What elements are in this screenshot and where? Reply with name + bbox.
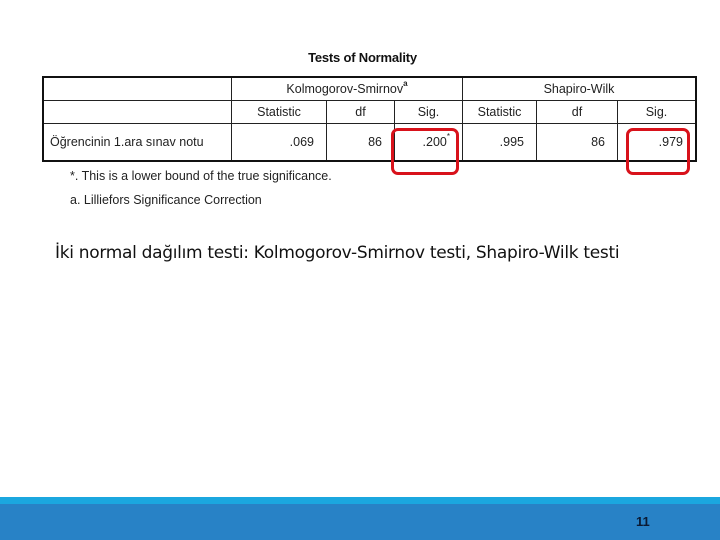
- cell-sw-statistic: .995: [462, 123, 537, 162]
- column-header-row: Statistic df Sig. Statistic df Sig.: [42, 100, 697, 124]
- empty-corner-cell: [42, 76, 232, 101]
- normality-table: Kolmogorov-Smirnova Shapiro-Wilk Statist…: [42, 76, 697, 162]
- table-title: Tests of Normality: [308, 50, 417, 65]
- slide-caption: İki normal dağılım testi: Kolmogorov-Smi…: [55, 243, 620, 263]
- cell-ks-df: 86: [326, 123, 395, 162]
- highlight-box-ks-sig: [391, 128, 459, 175]
- cell-sw-df: 86: [536, 123, 618, 162]
- footer-bar: [0, 504, 720, 540]
- col-header-ks-sig: Sig.: [394, 100, 463, 124]
- empty-corner-cell: [42, 100, 232, 124]
- col-header-sw-sig: Sig.: [617, 100, 697, 124]
- highlight-box-sw-sig: [626, 128, 690, 175]
- footer-accent-bar: [0, 497, 720, 504]
- row-label: Öğrencinin 1.ara sınav notu: [42, 123, 232, 162]
- col-header-ks-statistic: Statistic: [231, 100, 327, 124]
- table-row: Öğrencinin 1.ara sınav notu .069 86 .200…: [42, 123, 697, 162]
- footnote-star: *. This is a lower bound of the true sig…: [70, 169, 332, 183]
- footnote-marker-a: a: [403, 79, 408, 88]
- group-header-row: Kolmogorov-Smirnova Shapiro-Wilk: [42, 76, 697, 101]
- footnote-a: a. Lilliefors Significance Correction: [70, 193, 262, 207]
- page-number: 11: [636, 514, 650, 529]
- group-name: Kolmogorov-Smirnov: [286, 82, 404, 96]
- col-header-sw-df: df: [536, 100, 618, 124]
- col-header-sw-statistic: Statistic: [462, 100, 537, 124]
- col-header-ks-df: df: [326, 100, 395, 124]
- group-header-kolmogorov-smirnov: Kolmogorov-Smirnova: [231, 76, 463, 101]
- group-header-shapiro-wilk: Shapiro-Wilk: [462, 76, 697, 101]
- cell-ks-statistic: .069: [231, 123, 327, 162]
